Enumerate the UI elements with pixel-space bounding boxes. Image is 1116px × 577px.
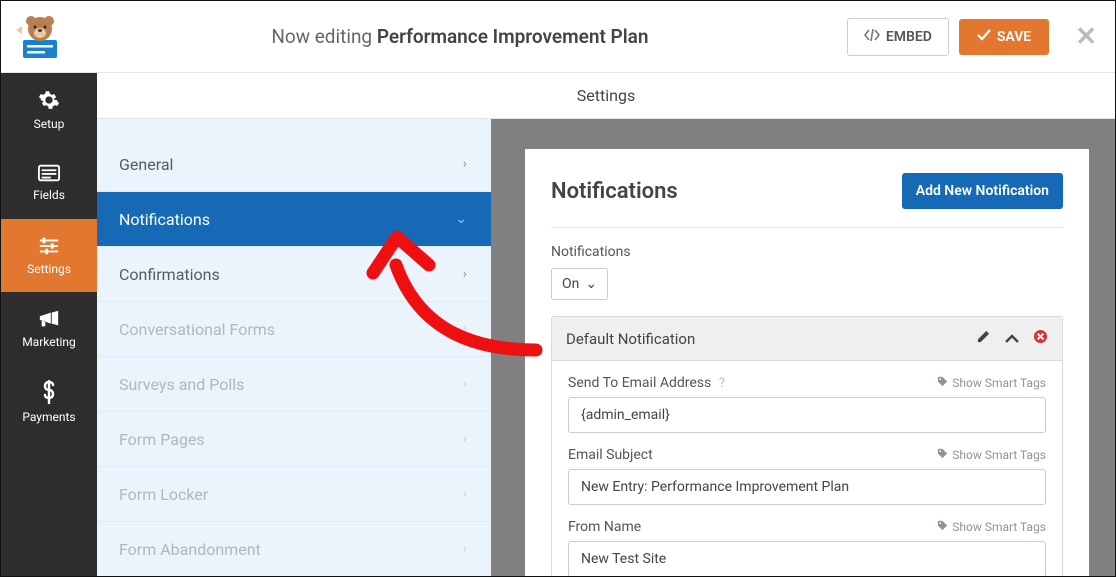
vnav-item-setup[interactable]: Setup — [1, 73, 97, 146]
menu-label: Surveys and Polls — [119, 375, 244, 394]
notification-body: Send To Email Address ? Show Smart Tags — [552, 361, 1062, 576]
app-logo — [13, 12, 63, 62]
menu-label: Confirmations — [119, 265, 220, 284]
toggle-label: Notifications — [551, 244, 1063, 260]
add-notification-button[interactable]: Add New Notification — [902, 173, 1063, 209]
code-icon — [864, 29, 880, 45]
editing-prefix: Now editing — [271, 25, 377, 48]
bullhorn-icon — [38, 309, 60, 329]
check-icon — [977, 29, 991, 45]
field-label: Send To Email Address ? — [568, 375, 725, 391]
chevron-right-icon: › — [463, 486, 467, 502]
help-icon[interactable]: ? — [719, 376, 725, 391]
chevron-down-icon: ⌄ — [585, 276, 597, 292]
card-header: Notifications Add New Notification — [551, 173, 1063, 228]
editing-title: Performance Improvement Plan — [377, 25, 649, 48]
chevron-up-icon[interactable] — [1005, 330, 1019, 348]
gear-icon — [38, 89, 60, 111]
menu-item-form-locker[interactable]: Form Locker › — [97, 467, 491, 522]
vnav-label: Payments — [22, 410, 75, 424]
chevron-right-icon: › — [463, 156, 467, 172]
notification-box: Default Notification — [551, 316, 1063, 576]
field-label: Email Subject — [568, 447, 653, 463]
dollar-icon — [41, 380, 57, 404]
embed-button[interactable]: EMBED — [847, 18, 949, 56]
settings-column: Settings General › Notifications ⌄ Confi… — [97, 73, 1115, 576]
list-icon — [38, 164, 60, 182]
card-title: Notifications — [551, 179, 678, 204]
sliders-icon — [38, 236, 60, 256]
close-icon[interactable]: ✕ — [1075, 22, 1097, 52]
save-label: SAVE — [997, 29, 1031, 45]
menu-label: Form Pages — [119, 430, 205, 449]
send-to-input[interactable] — [568, 397, 1046, 433]
settings-menu: General › Notifications ⌄ Confirmations … — [97, 119, 491, 576]
settings-body: General › Notifications ⌄ Confirmations … — [97, 119, 1115, 576]
edit-icon[interactable] — [976, 329, 991, 348]
vnav-item-settings[interactable]: Settings — [1, 219, 97, 292]
chevron-right-icon: › — [463, 541, 467, 557]
embed-label: EMBED — [886, 29, 932, 45]
field-email-subject: Email Subject Show Smart Tags — [568, 447, 1046, 505]
vertical-nav: Setup Fields Settings Marketing Payments — [1, 73, 97, 576]
notification-title: Default Notification — [566, 330, 695, 348]
smart-tags-label: Show Smart Tags — [952, 448, 1046, 462]
delete-icon[interactable] — [1033, 329, 1048, 348]
menu-item-surveys-polls[interactable]: Surveys and Polls › — [97, 357, 491, 412]
vnav-label: Settings — [27, 262, 71, 276]
field-from-name: From Name Show Smart Tags — [568, 519, 1046, 576]
chevron-right-icon: › — [463, 376, 467, 392]
content-column: Notifications Add New Notification Notif… — [491, 119, 1115, 576]
settings-heading: Settings — [97, 73, 1115, 119]
vnav-label: Marketing — [22, 335, 76, 349]
menu-label: Form Abandonment — [119, 540, 261, 559]
menu-item-confirmations[interactable]: Confirmations › — [97, 247, 491, 302]
vnav-item-marketing[interactable]: Marketing — [1, 292, 97, 365]
vnav-label: Fields — [33, 188, 65, 202]
menu-item-form-pages[interactable]: Form Pages › — [97, 412, 491, 467]
tag-icon — [937, 376, 948, 390]
show-smart-tags[interactable]: Show Smart Tags — [937, 376, 1046, 390]
chevron-right-icon: › — [463, 431, 467, 447]
menu-item-general[interactable]: General › — [97, 137, 491, 192]
field-label: From Name — [568, 519, 641, 535]
email-subject-input[interactable] — [568, 469, 1046, 505]
show-smart-tags[interactable]: Show Smart Tags — [937, 448, 1046, 462]
editing-label: Now editing Performance Improvement Plan — [73, 25, 847, 48]
chevron-right-icon: › — [463, 321, 467, 337]
notification-header: Default Notification — [552, 317, 1062, 361]
vnav-item-payments[interactable]: Payments — [1, 365, 97, 438]
smart-tags-label: Show Smart Tags — [952, 376, 1046, 390]
menu-item-conversational-forms[interactable]: Conversational Forms › — [97, 302, 491, 357]
menu-label: Notifications — [119, 210, 210, 229]
from-name-input[interactable] — [568, 541, 1046, 576]
main-row: Setup Fields Settings Marketing Payments… — [1, 73, 1115, 576]
save-button[interactable]: SAVE — [959, 19, 1049, 55]
notifications-toggle[interactable]: On ⌄ — [551, 268, 608, 300]
smart-tags-label: Show Smart Tags — [952, 520, 1046, 534]
field-send-to: Send To Email Address ? Show Smart Tags — [568, 375, 1046, 433]
show-smart-tags[interactable]: Show Smart Tags — [937, 520, 1046, 534]
menu-label: Form Locker — [119, 485, 208, 504]
notifications-card: Notifications Add New Notification Notif… — [525, 149, 1089, 576]
tag-icon — [937, 448, 948, 462]
menu-item-notifications[interactable]: Notifications ⌄ — [97, 192, 491, 247]
top-actions: EMBED SAVE ✕ — [847, 18, 1097, 56]
menu-item-form-abandonment[interactable]: Form Abandonment › — [97, 522, 491, 576]
top-bar: Now editing Performance Improvement Plan… — [1, 1, 1115, 73]
chevron-right-icon: › — [463, 266, 467, 282]
menu-label: Conversational Forms — [119, 320, 275, 339]
chevron-down-icon: ⌄ — [455, 211, 467, 227]
field-label-text: Send To Email Address — [568, 375, 711, 391]
vnav-label: Setup — [34, 117, 65, 131]
vnav-item-fields[interactable]: Fields — [1, 146, 97, 219]
toggle-value: On — [562, 276, 579, 292]
tag-icon — [937, 520, 948, 534]
menu-label: General — [119, 155, 173, 174]
